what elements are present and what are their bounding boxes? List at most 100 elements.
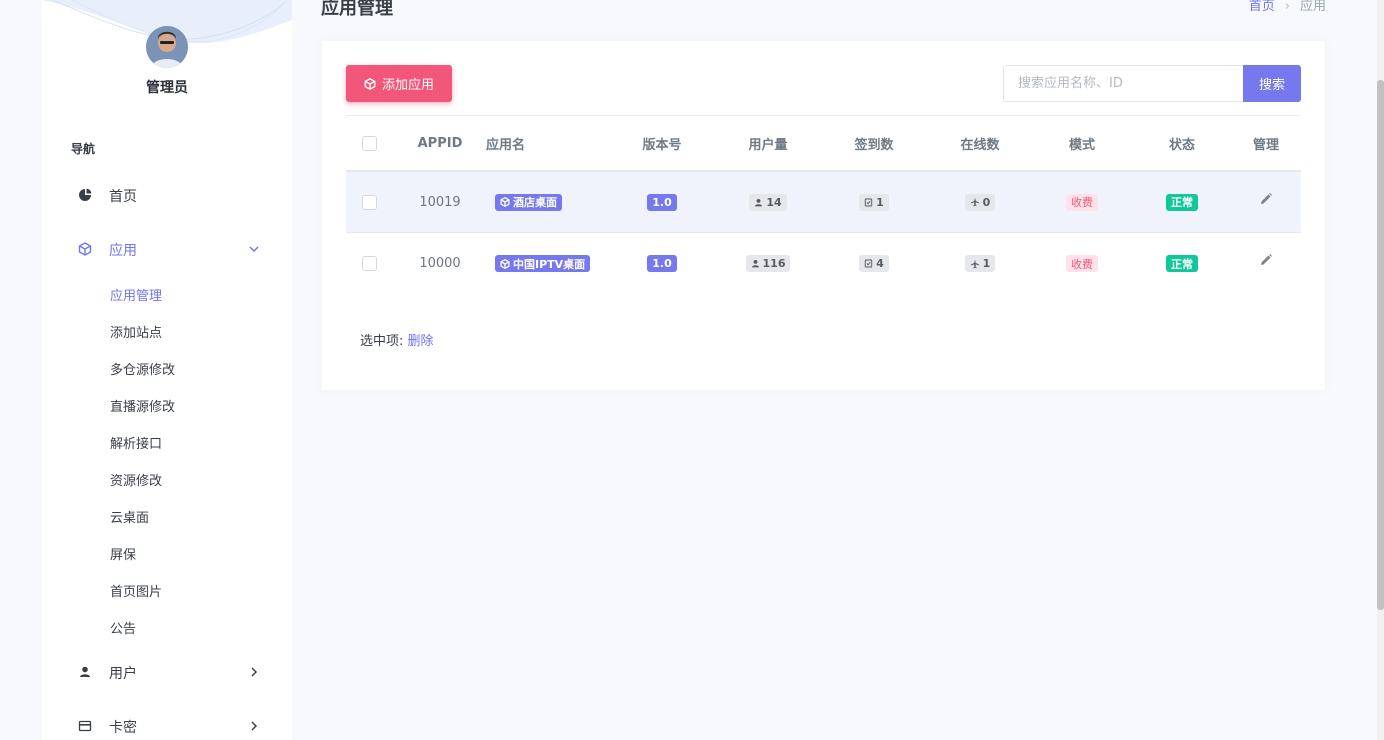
row-checkbox[interactable] — [361, 256, 377, 271]
bulk-actions: 选中项: 删除 — [360, 330, 434, 349]
mode-badge: 收费 — [1066, 255, 1098, 272]
sidebar-subitem-home-images[interactable]: 首页图片 — [110, 581, 162, 600]
chevron-right-icon — [251, 721, 258, 731]
card-icon — [78, 720, 92, 732]
col-online[interactable]: 在线数 — [944, 116, 1016, 170]
breadcrumb-separator: › — [1284, 0, 1290, 14]
row-checkbox[interactable] — [361, 194, 377, 210]
breadcrumb-home-link[interactable]: 首页 — [1249, 0, 1275, 14]
page-scrollbar[interactable] — [1377, 0, 1384, 740]
col-status[interactable]: 状态 — [1146, 116, 1218, 170]
sidebar-item-apps[interactable]: 应用 — [42, 234, 292, 264]
plane-icon — [970, 197, 979, 207]
chevron-right-icon — [251, 667, 258, 677]
user-icon — [751, 259, 759, 268]
online-cell: 0 — [944, 172, 1016, 232]
sidebar-subitem-resource[interactable]: 资源修改 — [110, 470, 162, 489]
avatar[interactable] — [146, 26, 188, 68]
table-header: APPID 应用名 版本号 用户量 签到数 在线数 模式 状态 管理 — [346, 115, 1301, 172]
users-cell: 14 — [732, 172, 804, 232]
users-badge: 14 — [749, 193, 787, 211]
add-app-button[interactable]: 添加应用 — [346, 65, 452, 102]
add-app-label: 添加应用 — [381, 78, 434, 93]
mode-cell: 收费 — [1046, 172, 1118, 232]
sidebar-subitem-add-site[interactable]: 添加站点 — [110, 322, 162, 341]
sidebar-subitem-app-manage[interactable]: 应用管理 — [110, 285, 162, 304]
sidebar-subitem-notice[interactable]: 公告 — [110, 618, 136, 637]
sidebar-subitem-screensaver[interactable]: 屏保 — [110, 544, 136, 563]
selected-label: 选中项: — [360, 334, 404, 349]
search-button[interactable]: 搜索 — [1243, 65, 1301, 102]
cube-icon — [500, 197, 510, 207]
sidebar-item-users[interactable]: 用户 — [42, 657, 292, 687]
app-name-text: 中国IPTV桌面 — [513, 257, 586, 271]
manage-cell — [1246, 172, 1286, 232]
col-mode[interactable]: 模式 — [1046, 116, 1118, 170]
select-all-checkbox[interactable] — [361, 135, 377, 151]
breadcrumb: 首页 › 应用 — [1249, 0, 1326, 14]
app-name-text: 酒店桌面 — [513, 196, 557, 209]
col-version[interactable]: 版本号 — [626, 116, 698, 170]
app-name-badge[interactable]: 中国IPTV桌面 — [495, 255, 591, 272]
app-name-badge[interactable]: 酒店桌面 — [495, 193, 562, 211]
col-manage: 管理 — [1252, 137, 1279, 153]
sidebar-item-home[interactable]: 首页 — [42, 180, 292, 210]
appid-cell: 10019 — [419, 194, 461, 210]
mode-badge: 收费 — [1066, 193, 1098, 211]
online-badge: 0 — [964, 193, 996, 211]
row-select-cell — [346, 172, 392, 232]
online-count: 1 — [982, 257, 991, 270]
version-cell: 1.0 — [626, 172, 698, 232]
breadcrumb-current: 应用 — [1299, 0, 1326, 14]
checkin-icon — [864, 197, 873, 207]
sidebar-item-label: 应用 — [109, 243, 137, 259]
col-checkins[interactable]: 签到数 — [838, 116, 910, 170]
cube-icon — [364, 77, 376, 90]
sidebar-item-label: 卡密 — [109, 720, 137, 736]
row-select-cell — [346, 233, 392, 294]
sidebar-subitem-live-source[interactable]: 直播源修改 — [110, 396, 175, 415]
online-count: 0 — [982, 195, 991, 209]
mode-cell: 收费 — [1046, 233, 1118, 294]
checkins-cell: 1 — [838, 172, 910, 232]
table-row[interactable]: 10000 中国IPTV桌面 1.0 116 4 1 收费 正常 — [346, 233, 1301, 294]
table-row[interactable]: 10019 酒店桌面 1.0 14 1 0 收费 正常 — [346, 172, 1301, 233]
manage-cell — [1246, 233, 1286, 294]
col-app-name[interactable]: 应用名 — [486, 116, 546, 170]
users-count: 14 — [766, 195, 782, 209]
col-appid[interactable]: APPID — [410, 116, 470, 170]
status-cell: 正常 — [1146, 172, 1218, 232]
sidebar-subitem-cloud-desktop[interactable]: 云桌面 — [110, 507, 149, 526]
search-input[interactable] — [1003, 65, 1243, 102]
checkins-count: 4 — [876, 257, 884, 270]
cube-icon — [500, 258, 510, 269]
sidebar-subitem-parse-api[interactable]: 解析接口 — [110, 433, 162, 452]
sidebar-item-label: 用户 — [109, 666, 137, 682]
appid-cell: 10000 — [419, 256, 461, 271]
status-badge: 正常 — [1166, 193, 1198, 211]
chevron-down-icon — [249, 246, 259, 253]
online-cell: 1 — [944, 233, 1016, 294]
user-icon — [755, 198, 763, 206]
sidebar-subitem-multi-repo[interactable]: 多仓源修改 — [110, 359, 175, 378]
dashboard-icon — [79, 188, 92, 201]
users-cell: 116 — [732, 233, 804, 294]
scrollbar-thumb[interactable] — [1377, 80, 1384, 610]
sidebar: 管理员 导航 首页 应用 应用管理 添加站点 多仓源修改 直播源修改 解析接口 … — [42, 0, 292, 740]
nav-section-title: 导航 — [71, 142, 96, 156]
users-count: 116 — [762, 257, 786, 270]
version-badge: 1.0 — [647, 193, 677, 211]
sidebar-item-cards[interactable]: 卡密 — [42, 711, 292, 740]
user-icon — [80, 666, 90, 677]
edit-icon[interactable] — [1259, 253, 1273, 267]
plane-icon — [970, 259, 979, 268]
checkins-badge: 4 — [859, 255, 889, 272]
col-users[interactable]: 用户量 — [732, 116, 804, 170]
page-title: 应用管理 — [321, 0, 393, 19]
checkins-count: 1 — [876, 195, 884, 209]
version-badge: 1.0 — [647, 255, 677, 272]
users-badge: 116 — [745, 255, 791, 272]
edit-icon[interactable] — [1259, 192, 1273, 206]
delete-link[interactable]: 删除 — [408, 334, 434, 349]
user-name[interactable]: 管理员 — [42, 77, 292, 97]
